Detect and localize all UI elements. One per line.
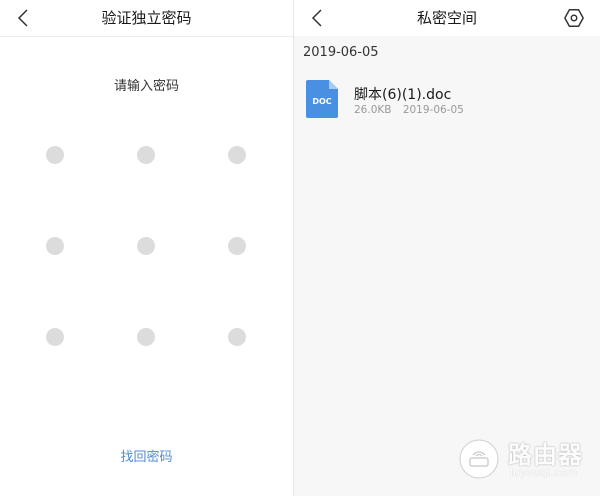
verify-password-screen: 验证独立密码 请输入密码 找回密码 xyxy=(0,0,293,496)
pattern-dot-5[interactable] xyxy=(137,237,155,255)
file-list-item[interactable]: DOC 脚本(6)(1).doc 26.0KB 2019-06-05 xyxy=(294,72,600,126)
page-title: 验证独立密码 xyxy=(101,9,192,27)
pattern-dot-4[interactable] xyxy=(46,237,64,255)
pattern-dot-1[interactable] xyxy=(46,146,64,164)
pattern-dot-8[interactable] xyxy=(137,328,155,346)
left-topbar: 验证独立密码 xyxy=(0,0,293,37)
forgot-password-link[interactable]: 找回密码 xyxy=(0,446,293,465)
pattern-dot-6[interactable] xyxy=(228,237,246,255)
pattern-dot-7[interactable] xyxy=(46,328,64,346)
watermark-text: 路由器 xyxy=(508,441,583,469)
router-logo-icon xyxy=(459,439,499,479)
pattern-dot-2[interactable] xyxy=(137,146,155,164)
file-meta: 26.0KB 2019-06-05 xyxy=(354,104,472,116)
right-topbar: 私密空间 xyxy=(294,0,600,36)
password-prompt: 请输入密码 xyxy=(113,79,179,94)
settings-button[interactable] xyxy=(562,6,586,30)
settings-hexagon-icon xyxy=(564,9,584,27)
file-name: 脚本(6)(1).doc xyxy=(354,87,452,103)
date-group-header: 2019-06-05 xyxy=(303,45,379,60)
doc-file-icon: DOC xyxy=(306,80,338,118)
page-title: 私密空间 xyxy=(416,9,477,27)
file-date: 2019-06-05 xyxy=(402,104,464,116)
pattern-dot-3[interactable] xyxy=(228,146,246,164)
watermark-subtext: luyouqi.com xyxy=(510,466,578,479)
doc-icon-label: DOC xyxy=(312,97,331,106)
watermark: 路由器 luyouqi.com xyxy=(458,434,598,484)
file-size: 26.0KB xyxy=(354,104,392,116)
private-space-screen: 私密空间 2019-06-05 DOC 脚本(6)(1).doc 26.0KB … xyxy=(294,0,600,496)
pattern-dot-9[interactable] xyxy=(228,328,246,346)
